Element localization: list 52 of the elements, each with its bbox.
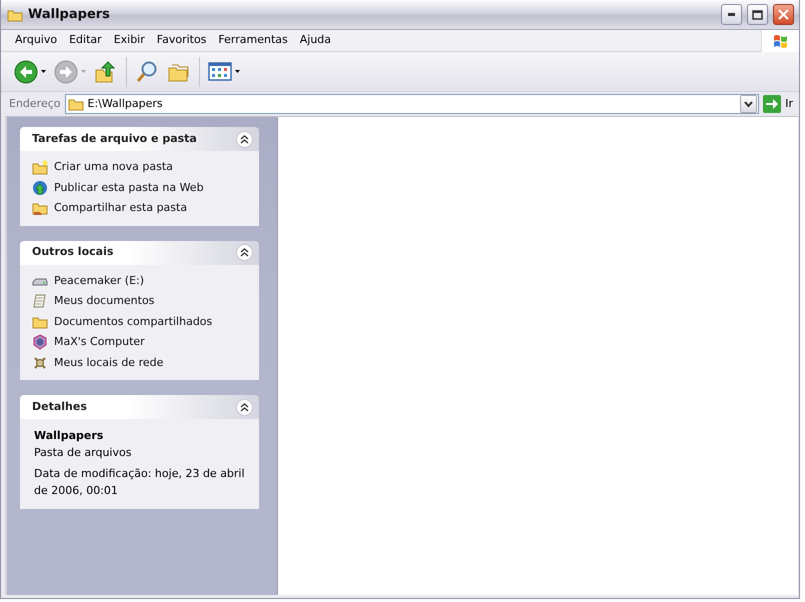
menu-item[interactable]: Ferramentas xyxy=(212,32,294,49)
folder-icon xyxy=(32,159,48,176)
menu-item[interactable]: Editar xyxy=(63,32,108,49)
address-label: Endereço xyxy=(9,96,60,112)
panel-header[interactable]: Tarefas de arquivo e pasta xyxy=(20,127,259,151)
address-field[interactable]: E:\Wallpapers xyxy=(88,96,736,112)
task-link[interactable]: Criar uma nova pasta xyxy=(32,159,247,176)
address-bar[interactable]: E:\Wallpapers xyxy=(64,94,760,114)
menu-item[interactable]: Favoritos xyxy=(150,32,212,49)
panel-title: Detalhes xyxy=(32,398,88,415)
task-link[interactable]: Peacemaker (E:) xyxy=(32,272,247,289)
caret-icon xyxy=(41,70,46,73)
close-icon xyxy=(778,9,789,20)
minimize-icon xyxy=(728,13,736,16)
collapse-button[interactable] xyxy=(236,244,253,261)
maximize-button[interactable] xyxy=(747,4,768,25)
panel-title: Tarefas de arquivo e pasta xyxy=(32,130,198,147)
computer-icon xyxy=(32,334,48,350)
task-link[interactable]: Compartilhar esta pasta xyxy=(32,200,247,216)
menu-item[interactable]: Ajuda xyxy=(294,32,338,49)
globe-icon xyxy=(32,180,48,196)
item-name: Wallpapers xyxy=(34,428,104,444)
back-icon xyxy=(14,60,38,84)
item-type: Pasta de arquivos xyxy=(34,444,132,460)
task-link[interactable]: Publicar esta pasta na Web xyxy=(32,180,247,196)
document-icon xyxy=(32,293,48,310)
close-button[interactable] xyxy=(773,4,794,25)
task-link[interactable]: Meus locais de rede xyxy=(32,354,247,371)
panel-header[interactable]: Detalhes xyxy=(20,395,259,419)
window-title: Wallpapers xyxy=(28,6,111,24)
caret-icon xyxy=(235,70,240,73)
forward-icon xyxy=(54,60,78,84)
windows-logo-icon xyxy=(772,32,789,48)
task-link[interactable]: Documentos compartilhados xyxy=(32,314,247,330)
panel-title: Outros locais xyxy=(32,244,114,260)
modified-date: Data de modificação: hoje, 23 de abril de 2006, 00:01 xyxy=(34,466,246,498)
maximize-icon xyxy=(752,10,763,20)
minimize-button[interactable] xyxy=(721,4,742,25)
collapse-button[interactable] xyxy=(236,398,253,416)
network-icon xyxy=(32,354,48,371)
go-button[interactable]: Ir xyxy=(763,95,793,113)
menu-item[interactable]: Arquivo xyxy=(9,32,64,49)
views-icon xyxy=(208,60,232,84)
dropdown-button[interactable] xyxy=(740,95,758,113)
caret-icon xyxy=(81,70,86,73)
collapse-button[interactable] xyxy=(236,130,253,148)
task-link[interactable]: MaX's Computer xyxy=(32,334,247,350)
search-icon xyxy=(135,60,159,84)
task-link[interactable]: Meus documentos xyxy=(32,293,247,310)
panel-header[interactable]: Outros locais xyxy=(20,240,259,264)
menu-item[interactable]: Exibir xyxy=(108,32,151,49)
folder-up-icon xyxy=(94,60,118,84)
